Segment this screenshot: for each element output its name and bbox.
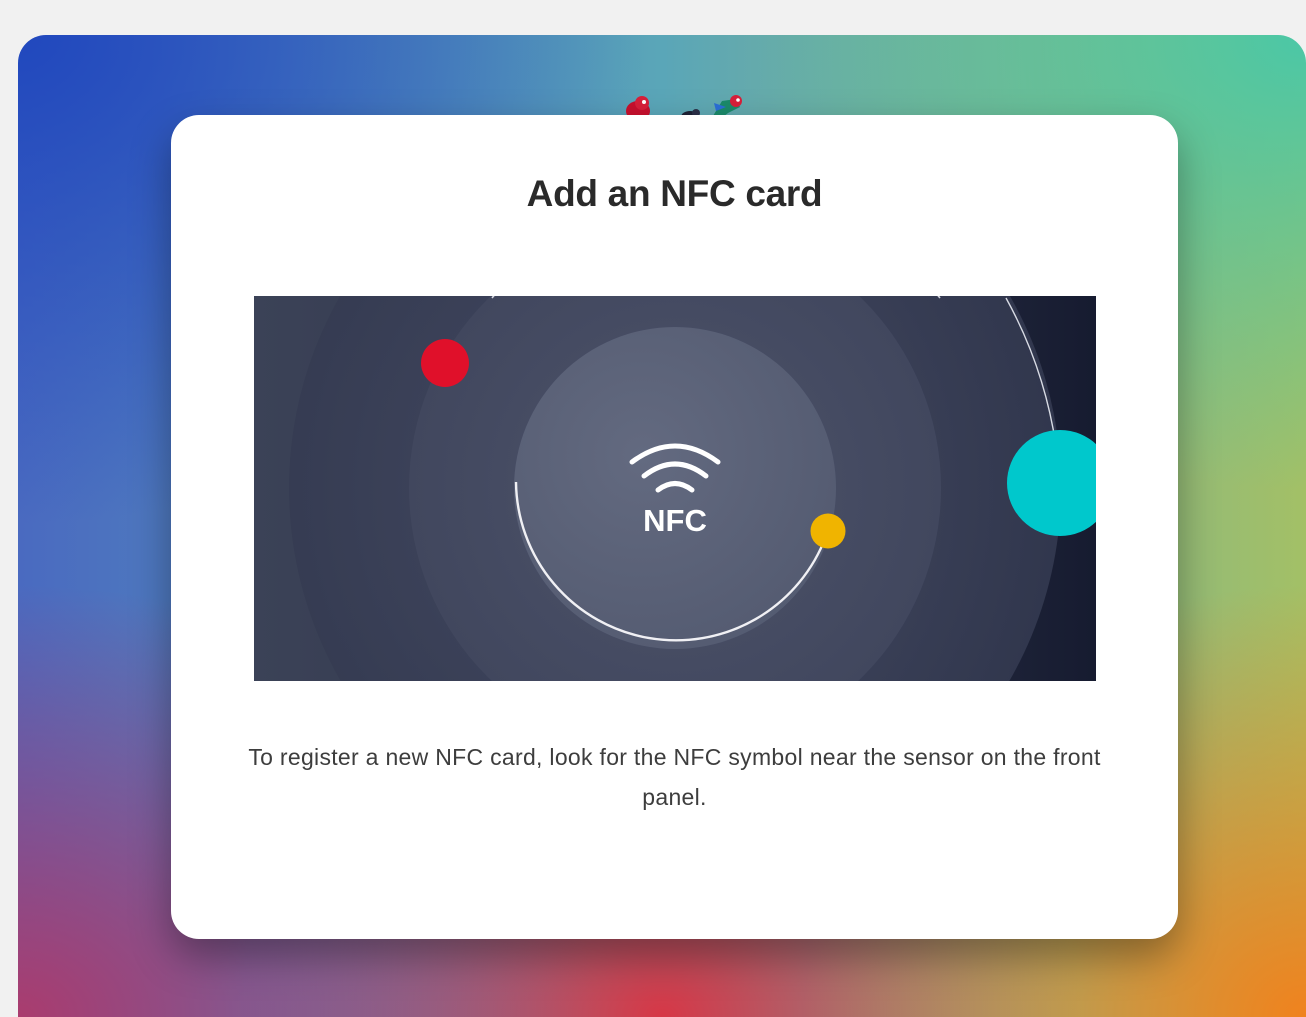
dialog-description: To register a new NFC card, look for the… [248,744,1101,810]
nfc-label: NFC [643,503,707,538]
red-dot [421,339,469,387]
add-nfc-card-dialog: Add an NFC card NFC To register a new NF… [171,115,1178,939]
yellow-dot [810,513,846,549]
gradient-background: Add an NFC card NFC To register a new NF… [18,35,1306,1017]
dialog-title: Add an NFC card [526,173,823,214]
nfc-illustration: NFC [254,296,1096,681]
inner-circle [514,327,836,649]
